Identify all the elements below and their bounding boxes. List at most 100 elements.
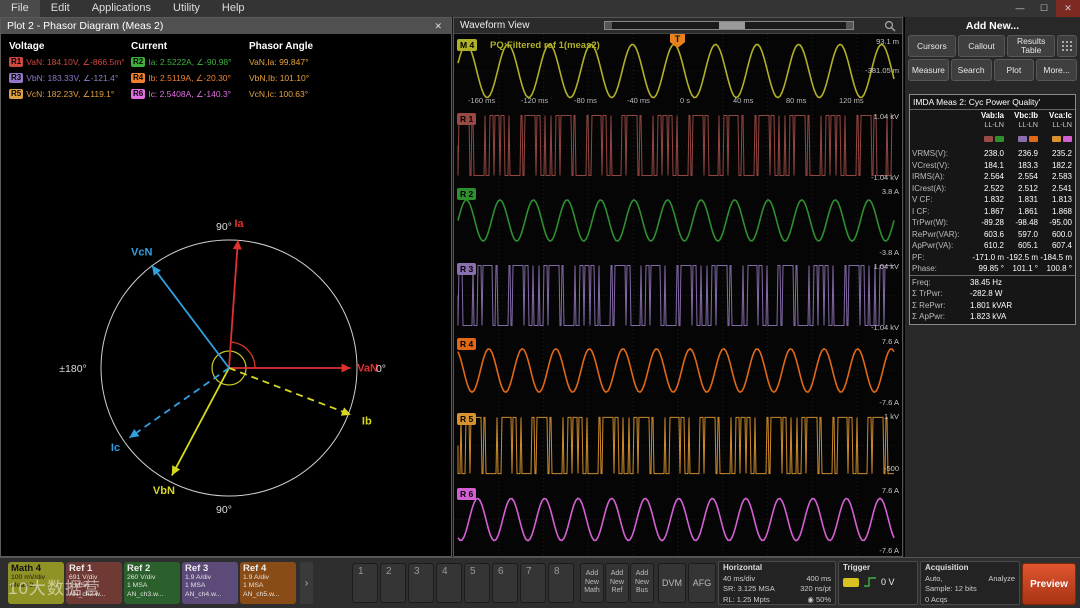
preview-button[interactable]: Preview bbox=[1022, 563, 1076, 605]
dvm-button[interactable]: DVM bbox=[658, 563, 686, 603]
results-value: 1.861 bbox=[1004, 206, 1038, 218]
more--button[interactable]: More... bbox=[1036, 59, 1077, 81]
scroll-right-arrow[interactable] bbox=[846, 22, 853, 29]
results-value: -89.28 bbox=[970, 217, 1004, 229]
zoom-icon[interactable] bbox=[884, 20, 896, 32]
track-source-label: PQ:Filtered ref 1(meas2) bbox=[490, 40, 600, 51]
search-button[interactable]: Search bbox=[951, 59, 992, 81]
results-row: Phase:99.85 °101.1 °100.8 ° bbox=[910, 263, 1075, 275]
channel-badge[interactable]: R1 bbox=[9, 57, 23, 67]
results-column-chips bbox=[1004, 129, 1038, 147]
track-badge-r6[interactable]: R 6 bbox=[457, 488, 476, 500]
horizontal-scrollbar[interactable] bbox=[604, 21, 854, 30]
results-value: 2.541 bbox=[1038, 183, 1072, 195]
channel-button-4[interactable]: 4 bbox=[436, 563, 462, 603]
results-row-label: PF: bbox=[912, 252, 970, 264]
phasor-diagram-window: Plot 2 - Phasor Diagram (Meas 2) ✕ Volta… bbox=[0, 17, 452, 557]
source-chip bbox=[1052, 136, 1061, 142]
add-new-bus-button[interactable]: Add New Bus bbox=[630, 563, 654, 603]
channel-button-2[interactable]: 2 bbox=[380, 563, 406, 603]
minimize-button[interactable]: — bbox=[1008, 0, 1032, 17]
plot-button[interactable]: Plot bbox=[994, 59, 1035, 81]
callout-button[interactable]: Callout bbox=[958, 35, 1006, 57]
channel-chip-ref4[interactable]: Ref 41.9 A/div1 MSAAN_ch5.w... bbox=[240, 562, 296, 604]
menu-help[interactable]: Help bbox=[211, 0, 256, 17]
channel-badge[interactable]: R6 bbox=[131, 89, 145, 99]
channel-chip-ref2[interactable]: Ref 2260 V/div1 MSAAN_ch3.w... bbox=[124, 562, 180, 604]
close-icon[interactable]: ✕ bbox=[431, 21, 445, 32]
phasor-window-titlebar[interactable]: Plot 2 - Phasor Diagram (Meas 2) ✕ bbox=[1, 18, 451, 34]
time-axis-label: 40 ms bbox=[733, 96, 753, 105]
voltage-cell: R3VbN: 183.33V, ∠-121.4° bbox=[9, 73, 131, 84]
summary-value: 1.823 kVA bbox=[970, 311, 1073, 323]
vector-label-ic: Ic bbox=[111, 442, 120, 454]
results-value: 182.2 bbox=[1038, 160, 1072, 172]
time-axis-label: 120 ms bbox=[839, 96, 864, 105]
results-row-label: IRMS(A): bbox=[912, 171, 970, 183]
summary-label: Σ RePwr: bbox=[912, 300, 970, 312]
trigger-panel[interactable]: Trigger 0 V bbox=[838, 561, 918, 605]
voltage-cell: R1VaN: 184.10V, ∠-866.5m° bbox=[9, 57, 131, 68]
vector-label-van: VaN bbox=[357, 363, 378, 375]
track-badge-r4[interactable]: R 4 bbox=[457, 338, 476, 350]
track-badge-r1[interactable]: R 1 bbox=[457, 113, 476, 125]
power-quality-results-panel[interactable]: IMDA Meas 2: Cyc Power Quality' Vab:IaLL… bbox=[909, 94, 1076, 325]
menu-utility[interactable]: Utility bbox=[162, 0, 211, 17]
horizontal-position: ◉ 50% bbox=[807, 595, 831, 604]
phasor-table-header: VoltageCurrentPhasor Angle bbox=[9, 38, 443, 54]
track-badge-r3[interactable]: R 3 bbox=[457, 263, 476, 275]
results-table-button[interactable]: Results Table bbox=[1007, 35, 1055, 57]
channel-button-7[interactable]: 7 bbox=[520, 563, 546, 603]
axis-label-left: ±180° bbox=[59, 363, 86, 375]
waveform-grid-area[interactable]: M 4PQ:Filtered ref 1(meas2)93.1 m-381.05… bbox=[454, 34, 902, 556]
channel-button-5[interactable]: 5 bbox=[464, 563, 490, 603]
angle-arc bbox=[232, 342, 255, 368]
add-new-math-button[interactable]: Add New Math bbox=[580, 563, 604, 603]
track-badge-r2[interactable]: R 2 bbox=[457, 188, 476, 200]
menu-edit[interactable]: Edit bbox=[40, 0, 81, 17]
channel-button-3[interactable]: 3 bbox=[408, 563, 434, 603]
channel-badge[interactable]: R4 bbox=[131, 73, 145, 83]
channel-button-8[interactable]: 8 bbox=[548, 563, 574, 603]
channel-detail: 1.9 A/div bbox=[185, 574, 235, 582]
maximize-button[interactable]: ☐ bbox=[1032, 0, 1056, 17]
channel-badge[interactable]: R2 bbox=[131, 57, 145, 67]
sample-interval: 320 ns/pt bbox=[800, 584, 831, 593]
results-title: IMDA Meas 2: Cyc Power Quality' bbox=[910, 95, 1075, 110]
results-value: 605.1 bbox=[1004, 240, 1038, 252]
add-new-ref-button[interactable]: Add New Ref bbox=[605, 563, 629, 603]
trigger-source-chip[interactable] bbox=[843, 578, 859, 587]
acquisition-panel[interactable]: Acquisition Auto,Analyze Sample: 12 bits… bbox=[920, 561, 1020, 605]
channel-badge[interactable]: R5 bbox=[9, 89, 23, 99]
scrollbar-thumb[interactable] bbox=[719, 22, 745, 29]
dot bbox=[1066, 45, 1068, 47]
scroll-left-arrow[interactable] bbox=[605, 22, 612, 29]
horizontal-panel[interactable]: Horizontal 40 ms/div400 ms SR: 3.125 MSA… bbox=[718, 561, 836, 605]
add-new-row-1: CursorsCalloutResults Table bbox=[905, 34, 1080, 58]
channel-chip-ref3[interactable]: Ref 31.9 A/div1 MSAAN_ch4.w... bbox=[182, 562, 238, 604]
close-button[interactable]: ✕ bbox=[1056, 0, 1080, 17]
current-value: Ic: 2.5408A, ∠-140.3° bbox=[148, 89, 231, 100]
menu-file[interactable]: File bbox=[0, 0, 40, 17]
add-new-buttons: Add New MathAdd New RefAdd New Bus bbox=[580, 563, 654, 603]
menu-applications[interactable]: Applications bbox=[81, 0, 162, 17]
vector-label-vcn: VcN bbox=[131, 247, 152, 259]
vertical-axis-label: 93.1 m bbox=[876, 37, 899, 46]
channel-name: Ref 3 bbox=[185, 563, 235, 574]
cursors-button[interactable]: Cursors bbox=[908, 35, 956, 57]
vertical-axis-label: -7.6 A bbox=[879, 398, 899, 407]
channels-expander-button[interactable]: › bbox=[300, 562, 313, 604]
channel-badge[interactable]: R3 bbox=[9, 73, 23, 83]
track-badge-r5[interactable]: R 5 bbox=[457, 413, 476, 425]
vertical-axis-label: 1.04 kV bbox=[874, 262, 899, 271]
vector-vbn bbox=[172, 368, 229, 475]
display-settings-button[interactable] bbox=[1057, 35, 1077, 57]
phasor-table-row: R1VaN: 184.10V, ∠-866.5m°R2Ia: 2.5222A, … bbox=[9, 54, 443, 70]
results-row: VCrest(V):184.1183.3182.2 bbox=[910, 160, 1075, 172]
channel-button-1[interactable]: 1 bbox=[352, 563, 378, 603]
results-column-bottom: LL-LN bbox=[1004, 120, 1038, 129]
afg-button[interactable]: AFG bbox=[688, 563, 716, 603]
measure-button[interactable]: Measure bbox=[908, 59, 949, 81]
channel-button-6[interactable]: 6 bbox=[492, 563, 518, 603]
track-badge-m4[interactable]: M 4 bbox=[457, 39, 477, 51]
